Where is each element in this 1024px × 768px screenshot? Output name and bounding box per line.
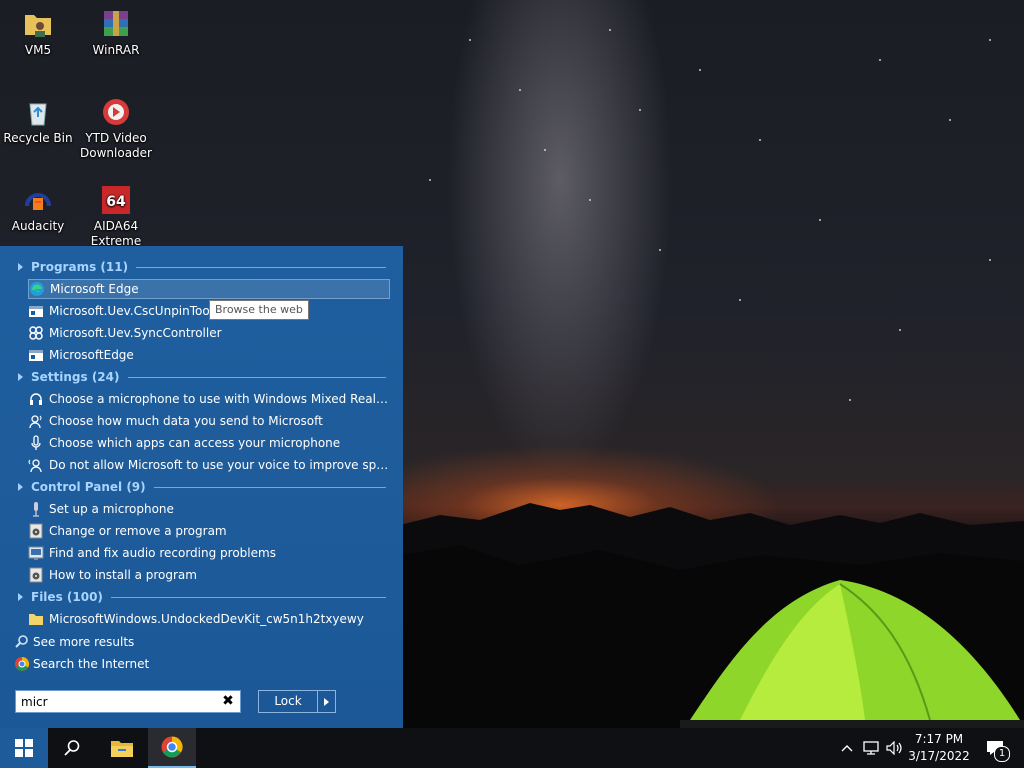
desktop-icon-recycle-bin[interactable]: Recycle Bin — [0, 96, 76, 146]
microphone-icon — [28, 435, 44, 451]
desktop-icon-label: WinRAR — [92, 43, 140, 57]
result-item-setting[interactable]: Choose which apps can access your microp… — [28, 433, 390, 453]
action-center-button[interactable]: 1 — [980, 728, 1010, 768]
desktop-icon-audacity[interactable]: Audacity — [0, 184, 76, 234]
result-item-control-panel[interactable]: Change or remove a program — [28, 521, 390, 541]
desktop-icon-label: AIDA64 Extreme — [90, 219, 142, 248]
desktop-icon-label: Audacity — [11, 219, 65, 233]
search-input[interactable] — [21, 694, 211, 710]
person-speech-icon — [28, 413, 44, 429]
clock-time: 7:17 PM — [914, 732, 964, 746]
start-button[interactable] — [0, 728, 48, 768]
chevron-up-icon — [841, 745, 853, 752]
result-item-setting[interactable]: Do not allow Microsoft to use your voice… — [28, 455, 390, 475]
search-the-internet-link[interactable]: Search the Internet — [14, 654, 149, 674]
edge-icon — [29, 281, 45, 297]
windows-logo-icon — [15, 739, 33, 757]
expand-arrow-icon — [18, 263, 23, 271]
result-item-file[interactable]: MicrosoftWindows.UndockedDevKit_cw5n1h2t… — [28, 609, 390, 629]
desktop-icon-label: YTD Video Downloader — [80, 131, 152, 160]
person-speech-icon — [28, 457, 44, 473]
expand-arrow-icon — [18, 593, 23, 601]
file-explorer-button[interactable] — [98, 728, 146, 768]
group-header-control-panel[interactable]: Control Panel (9) — [18, 477, 386, 497]
notification-count-badge: 1 — [994, 746, 1010, 762]
wallpaper-tent — [680, 580, 1024, 730]
programs-icon — [28, 523, 44, 539]
microphone-icon — [28, 501, 44, 517]
app-window-icon — [28, 303, 44, 319]
speaker-icon — [886, 741, 902, 755]
svg-text:64: 64 — [106, 194, 126, 210]
group-header-programs[interactable]: Programs (11) — [18, 257, 386, 277]
chrome-icon — [161, 736, 183, 758]
winrar-icon — [100, 8, 132, 40]
folder-user-icon — [22, 8, 54, 40]
result-item-control-panel[interactable]: Find and fix audio recording problems — [28, 543, 390, 563]
recycle-bin-icon — [22, 96, 54, 128]
search-icon — [64, 740, 80, 756]
ytd-icon — [100, 96, 132, 128]
desktop-icon-vm5[interactable]: VM5 — [0, 8, 76, 58]
power-options-arrow-icon[interactable] — [318, 691, 335, 712]
sync-controller-icon — [28, 325, 44, 341]
clock-date: 3/17/2022 — [908, 749, 970, 763]
desktop-icon-aida64[interactable]: 64 AIDA64 Extreme — [78, 184, 154, 249]
group-header-settings[interactable]: Settings (24) — [18, 367, 386, 387]
app-window-icon — [28, 347, 44, 363]
programs-icon — [28, 567, 44, 583]
desktop-icon-ytd[interactable]: YTD Video Downloader — [78, 96, 154, 161]
desktop-icon-label: Recycle Bin — [3, 131, 73, 145]
result-item-microsoftedge[interactable]: MicrosoftEdge — [28, 345, 390, 365]
result-item-microsoft-edge[interactable]: Microsoft Edge — [28, 279, 390, 299]
result-item-setting[interactable]: Choose a microphone to use with Windows … — [28, 389, 390, 409]
search-icon — [14, 634, 30, 650]
headset-icon — [28, 391, 44, 407]
show-hidden-icons-button[interactable] — [838, 728, 856, 768]
taskbar-clock[interactable]: 7:17 PM 3/17/2022 — [906, 731, 972, 765]
result-item-setting[interactable]: Choose how much data you send to Microso… — [28, 411, 390, 431]
result-item-control-panel[interactable]: Set up a microphone — [28, 499, 390, 519]
search-field[interactable]: ✖ — [15, 690, 241, 713]
troubleshoot-icon — [28, 545, 44, 561]
clear-search-icon[interactable]: ✖ — [220, 693, 236, 709]
desktop-icon-winrar[interactable]: WinRAR — [78, 8, 154, 58]
lock-button[interactable]: Lock — [258, 690, 336, 713]
tooltip: Browse the web — [209, 300, 309, 320]
result-item-synccontroller[interactable]: Microsoft.Uev.SyncController — [28, 323, 390, 343]
volume-tray-button[interactable] — [884, 728, 906, 768]
see-more-results-link[interactable]: See more results — [14, 632, 134, 652]
network-icon — [863, 741, 879, 755]
lock-button-label[interactable]: Lock — [259, 691, 318, 712]
folder-icon — [28, 611, 44, 627]
chrome-taskbar-button[interactable] — [148, 728, 196, 768]
file-explorer-icon — [111, 741, 133, 757]
result-item-control-panel[interactable]: How to install a program — [28, 565, 390, 585]
expand-arrow-icon — [18, 373, 23, 381]
expand-arrow-icon — [18, 483, 23, 491]
desktop-icon-label: VM5 — [24, 43, 52, 57]
taskbar-search-button[interactable] — [48, 728, 96, 768]
network-tray-button[interactable] — [860, 728, 882, 768]
chrome-icon — [14, 656, 30, 672]
taskbar: 7:17 PM 3/17/2022 1 — [0, 728, 1024, 768]
audacity-icon — [22, 184, 54, 216]
aida64-icon: 64 — [100, 184, 132, 216]
group-header-files[interactable]: Files (100) — [18, 587, 386, 607]
